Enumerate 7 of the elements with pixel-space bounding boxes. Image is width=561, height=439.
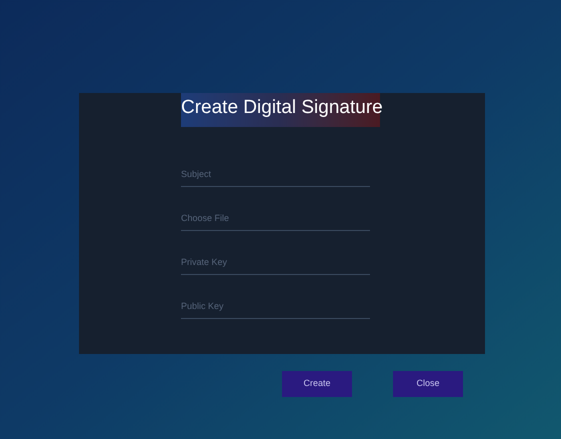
dialog-title: Create Digital Signature: [181, 93, 380, 127]
input-field[interactable]: Choose File: [181, 205, 370, 231]
close-button[interactable]: Close: [393, 371, 463, 397]
input-field[interactable]: Subject: [181, 161, 370, 187]
input-field[interactable]: Private Key: [181, 249, 370, 275]
input-field[interactable]: Public Key: [181, 293, 370, 319]
create-button[interactable]: Create: [282, 371, 352, 397]
